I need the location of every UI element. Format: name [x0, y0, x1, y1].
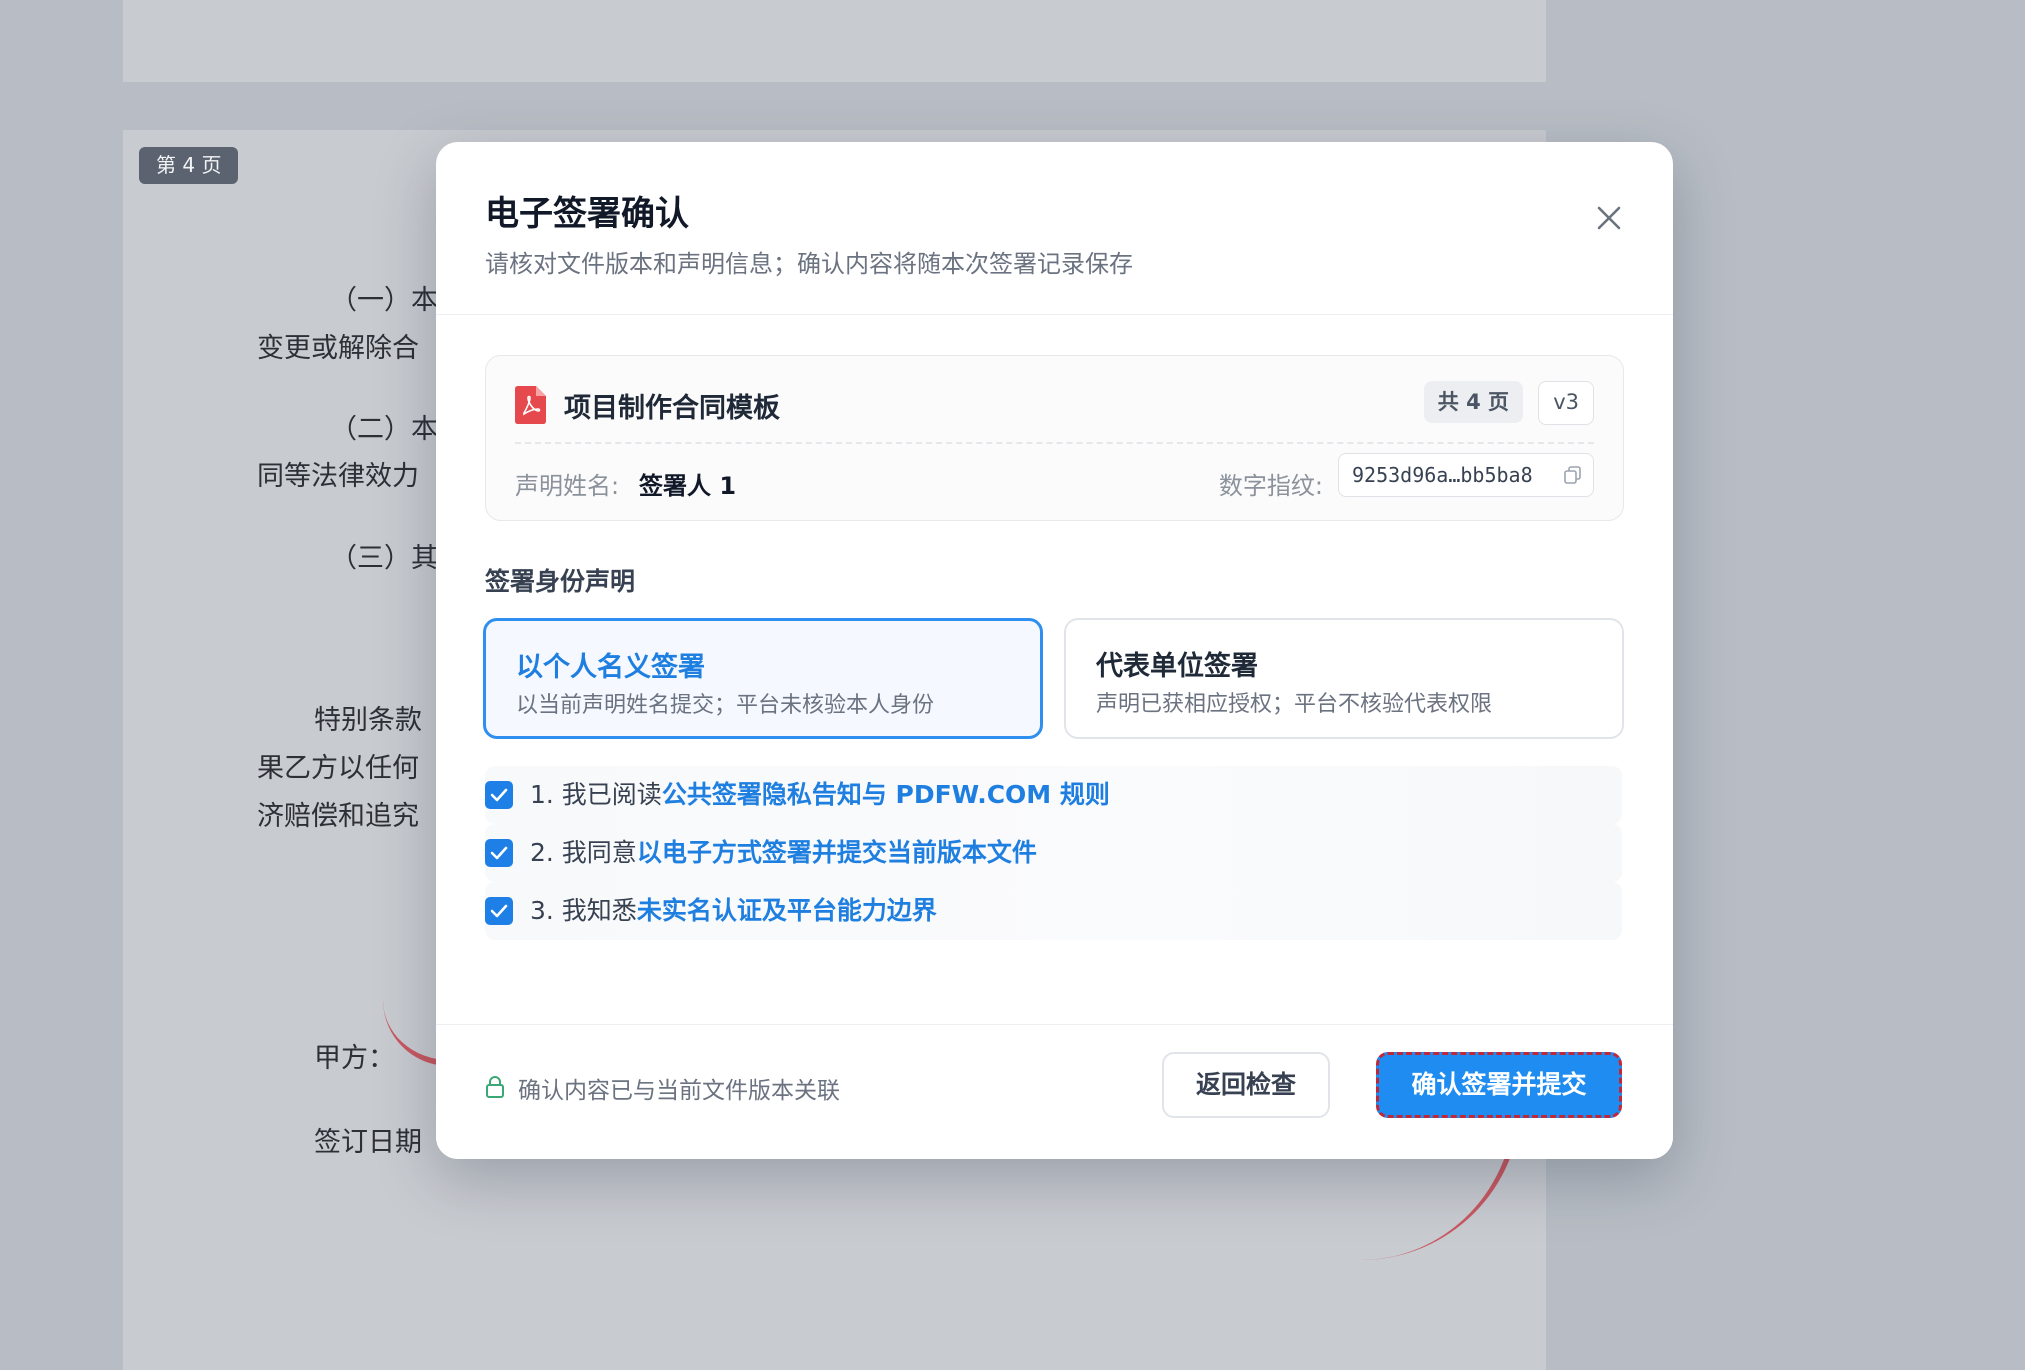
document-page-3: [123, 0, 1546, 82]
option-description: 声明已获相应授权；平台不核验代表权限: [1096, 692, 1493, 717]
doc-line: 特别条款: [314, 705, 422, 736]
dialog-header: 电子签署确认 请核对文件版本和声明信息；确认内容将随本次签署记录保存: [436, 142, 1673, 315]
doc-line: 果乙方以任何: [257, 753, 419, 784]
version-tag: v3: [1538, 381, 1594, 425]
dialog-footer: 确认内容已与当前文件版本关联 返回检查 确认签署并提交: [436, 1024, 1673, 1159]
option-sign-organization[interactable]: 代表单位签署 声明已获相应授权；平台不核验代表权限: [1064, 618, 1624, 739]
file-info-card: 项目制作合同模板 共 4 页 v3 声明姓名: 签署人 1 数字指纹: 9253…: [485, 355, 1624, 521]
checkmark-icon: [490, 788, 508, 802]
agreement-text: 2. 我同意以电子方式签署并提交当前版本文件: [530, 824, 1037, 882]
agreement-prefix: 2. 我同意: [530, 838, 637, 867]
doc-line: 同等法律效力: [257, 461, 419, 492]
agreement-text: 3. 我知悉未实名认证及平台能力边界: [530, 882, 937, 940]
doc-line: （二）本: [330, 414, 438, 445]
agreement-link-privacy-rules[interactable]: 公共签署隐私告知与 PDFW.COM 规则: [662, 780, 1110, 809]
doc-line: 变更或解除合: [257, 333, 419, 364]
doc-line: （三）其: [330, 543, 438, 574]
agreement-row-privacy: 1. 我已阅读公共签署隐私告知与 PDFW.COM 规则: [485, 766, 1622, 824]
doc-line: 甲方：: [314, 1043, 395, 1074]
option-sign-personal[interactable]: 以个人名义签署 以当前声明姓名提交；平台未核验本人身份: [483, 618, 1043, 739]
page-count-tag: 共 4 页: [1423, 381, 1523, 423]
fingerprint-label: 数字指纹:: [1218, 472, 1323, 500]
agreement-checkbox[interactable]: [485, 897, 513, 925]
pdf-file-icon: [515, 386, 546, 424]
dialog-subtitle: 请核对文件版本和声明信息；确认内容将随本次签署记录保存: [485, 250, 1133, 278]
agreement-row-boundary: 3. 我知悉未实名认证及平台能力边界: [485, 882, 1622, 940]
signer-name-value: 签署人 1: [639, 472, 737, 500]
checkmark-icon: [490, 904, 508, 918]
fingerprint-value: 9253d96a…bb5ba8: [1352, 463, 1533, 487]
agreement-row-esign: 2. 我同意以电子方式签署并提交当前版本文件: [485, 824, 1622, 882]
doc-line: 济赔偿和追究: [257, 801, 419, 832]
agreement-link-platform-boundary[interactable]: 未实名认证及平台能力边界: [637, 896, 937, 925]
confirm-sign-submit-button[interactable]: 确认签署并提交: [1376, 1052, 1622, 1118]
agreement-prefix: 3. 我知悉: [530, 896, 637, 925]
lock-icon: [486, 1076, 504, 1098]
option-description: 以当前声明姓名提交；平台未核验本人身份: [516, 693, 935, 718]
agreement-text: 1. 我已阅读公共签署隐私告知与 PDFW.COM 规则: [530, 766, 1110, 824]
agreement-prefix: 1. 我已阅读: [530, 780, 662, 809]
copy-icon[interactable]: [1563, 465, 1583, 485]
footer-note: 确认内容已与当前文件版本关联: [518, 1078, 840, 1104]
fingerprint-box: 9253d96a…bb5ba8: [1338, 453, 1594, 497]
option-title: 代表单位签署: [1096, 651, 1258, 682]
option-title: 以个人名义签署: [516, 652, 705, 683]
doc-line: （一）本: [330, 285, 438, 316]
checkmark-icon: [490, 846, 508, 860]
agreement-checkbox[interactable]: [485, 839, 513, 867]
close-icon: [1597, 206, 1621, 230]
signer-name-label: 声明姓名:: [515, 472, 620, 500]
sign-confirm-dialog: 电子签署确认 请核对文件版本和声明信息；确认内容将随本次签署记录保存 项目制作合…: [436, 142, 1673, 1159]
close-button[interactable]: [1589, 198, 1629, 238]
file-name: 项目制作合同模板: [564, 393, 780, 424]
identity-section-title: 签署身份声明: [485, 567, 636, 596]
page-number-badge: 第 4 页: [139, 147, 239, 184]
agreement-checkbox[interactable]: [485, 781, 513, 809]
back-review-button[interactable]: 返回检查: [1162, 1052, 1330, 1118]
doc-line: 签订日期: [314, 1127, 422, 1158]
dialog-title: 电子签署确认: [485, 194, 689, 234]
dashed-divider: [515, 442, 1594, 444]
agreement-link-esign[interactable]: 以电子方式签署并提交当前版本文件: [637, 838, 1037, 867]
